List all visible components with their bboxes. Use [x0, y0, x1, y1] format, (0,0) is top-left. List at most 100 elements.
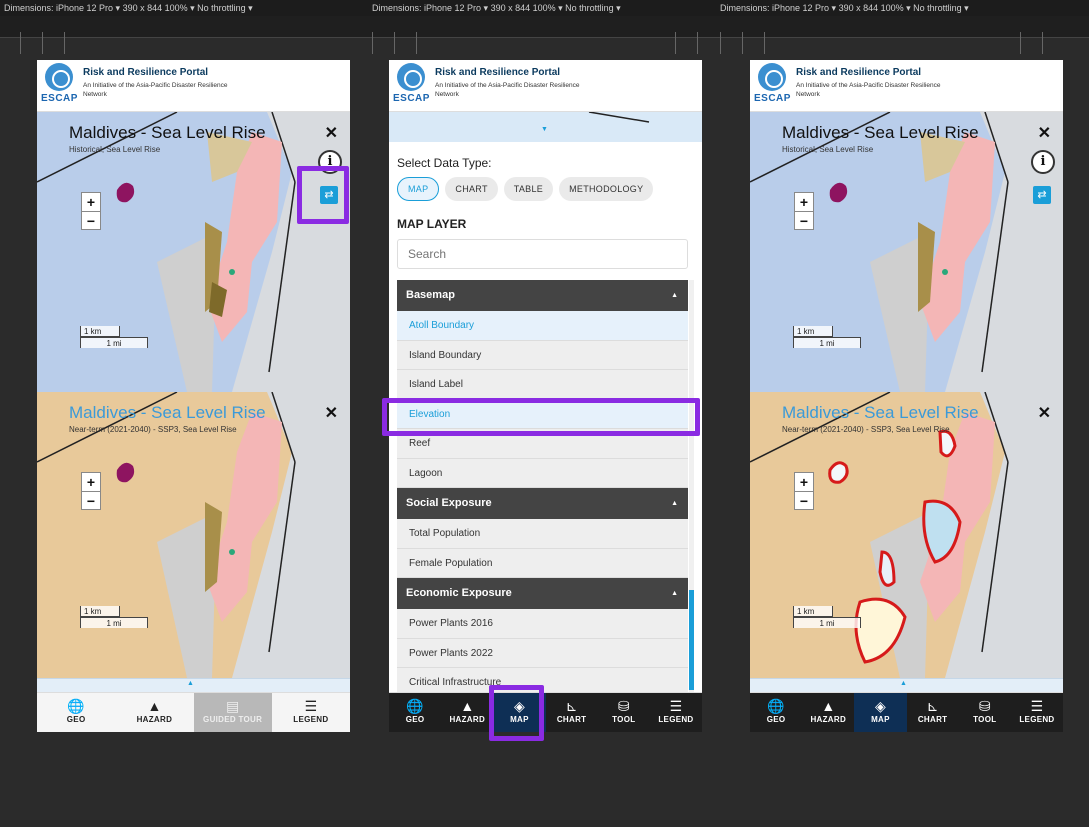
devtools-dimensions-1[interactable]: Dimensions: iPhone 12 Pro ▾ 390 x 844 10… [4, 3, 253, 14]
group-basemap[interactable]: Basemap [397, 280, 688, 311]
swap-map-button[interactable]: ⇄ [320, 186, 338, 204]
devtools-dimensions-3[interactable]: Dimensions: iPhone 12 Pro ▾ 390 x 844 10… [720, 3, 969, 14]
info-button[interactable]: i [318, 150, 342, 174]
tab-table[interactable]: TABLE [503, 177, 554, 201]
chart-icon: ⊾ [565, 698, 578, 714]
panel-collapse-handle[interactable]: ▼ [389, 112, 702, 142]
nav-chart[interactable]: ⊾ CHART [907, 693, 959, 732]
tab-chart[interactable]: CHART [445, 177, 498, 201]
list-icon: ☰ [1030, 698, 1044, 714]
nav-tool[interactable]: ⛁ TOOL [959, 693, 1011, 732]
nav-hazard[interactable]: ▲ HAZARD [441, 693, 493, 732]
zoom-in-button[interactable]: + [795, 193, 813, 211]
escap-logo[interactable]: ESCAP [41, 63, 77, 109]
map-subtitle: Near-term (2021-2040) - SSP3, Sea Level … [782, 425, 950, 434]
scale-km: 1 km [793, 326, 833, 337]
globe-icon: 🌐 [67, 698, 85, 714]
group-social-exposure[interactable]: Social Exposure [397, 488, 688, 519]
layer-item[interactable]: Power Plants 2022 [397, 638, 688, 668]
scrollbar-thumb[interactable] [689, 590, 694, 690]
layer-item-elevation[interactable]: Elevation [397, 399, 688, 429]
nav-geo[interactable]: 🌐 GEO [37, 693, 115, 732]
tab-map[interactable]: MAP [397, 177, 440, 201]
escap-logo-text: ESCAP [393, 93, 430, 104]
nav-hazard[interactable]: ▲ HAZARD [115, 693, 193, 732]
zoom-out-button[interactable]: − [795, 491, 813, 509]
layer-search-input[interactable] [397, 239, 688, 269]
close-map-button[interactable]: ✕ [1038, 403, 1051, 423]
layer-item[interactable]: Atoll Boundary [397, 311, 688, 341]
nav-label: LEGEND [1019, 715, 1055, 724]
nav-geo[interactable]: 🌐 GEO [389, 693, 441, 732]
escap-logo-text: ESCAP [41, 93, 78, 104]
nav-map[interactable]: ◈ MAP [854, 693, 907, 732]
nav-label: LEGEND [293, 715, 329, 724]
nav-geo[interactable]: 🌐 GEO [750, 693, 802, 732]
tab-methodology[interactable]: METHODOLOGY [559, 177, 654, 201]
nav-label: TOOL [973, 715, 997, 724]
layer-item[interactable]: Reef [397, 429, 688, 459]
nav-guided-tour[interactable]: ▤ GUIDED TOUR [193, 693, 272, 732]
zoom-in-button[interactable]: + [82, 193, 100, 211]
panel-toggle-handle[interactable] [37, 678, 350, 692]
nav-tool[interactable]: ⛁ TOOL [598, 693, 650, 732]
close-map-button[interactable]: ✕ [1038, 123, 1051, 143]
layer-item[interactable]: Female Population [397, 548, 688, 578]
scale-mi: 1 mi [80, 617, 148, 628]
zoom-out-button[interactable]: − [82, 491, 100, 509]
nav-legend[interactable]: ☰ LEGEND [272, 693, 350, 732]
scrollbar[interactable] [689, 280, 694, 692]
escap-logo[interactable]: ESCAP [393, 63, 429, 109]
nav-hazard[interactable]: ▲ HAZARD [802, 693, 854, 732]
layer-item[interactable]: Critical Infrastructure [397, 668, 688, 692]
nav-label: GEO [766, 715, 786, 724]
zoom-control: + − [794, 472, 814, 510]
database-icon: ⛁ [617, 698, 630, 714]
devtools-dimensions-2[interactable]: Dimensions: iPhone 12 Pro ▾ 390 x 844 10… [372, 3, 621, 14]
close-map-button[interactable]: ✕ [325, 403, 338, 423]
escap-logo[interactable]: ESCAP [754, 63, 790, 109]
nav-legend[interactable]: ☰ LEGEND [650, 693, 702, 732]
data-type-tabs: MAP CHART TABLE METHODOLOGY [397, 177, 654, 201]
scale-bar: 1 km 1 mi [80, 606, 148, 628]
nav-map[interactable]: ◈ MAP [493, 693, 546, 732]
layer-item[interactable]: Power Plants 2016 [397, 609, 688, 639]
portal-subtitle: An Initiative of the Asia-Pacific Disast… [796, 82, 941, 98]
layer-item[interactable]: Island Boundary [397, 340, 688, 370]
warning-icon: ▲ [821, 698, 836, 714]
layer-item[interactable]: Total Population [397, 519, 688, 549]
nav-legend[interactable]: ☰ LEGEND [1011, 693, 1063, 732]
portal-subtitle: An Initiative of the Asia-Pacific Disast… [435, 82, 580, 98]
swap-map-button[interactable]: ⇄ [1033, 186, 1051, 204]
layers-icon: ◈ [875, 698, 886, 714]
group-economic-exposure[interactable]: Economic Exposure [397, 578, 688, 609]
portal-title: Risk and Resilience Portal [83, 67, 209, 78]
map-title: Maldives - Sea Level Rise [69, 403, 266, 422]
map-title: Maldives - Sea Level Rise [69, 123, 266, 142]
map-canvas [37, 112, 350, 392]
nav-label: HAZARD [136, 715, 173, 724]
tour-icon: ▤ [226, 698, 240, 714]
map-canvas [750, 392, 1063, 678]
devtools-toolbar: Dimensions: iPhone 12 Pro ▾ 390 x 844 10… [0, 0, 1089, 16]
layer-item[interactable]: Island Label [397, 370, 688, 400]
layer-item[interactable]: Lagoon [397, 458, 688, 488]
zoom-in-button[interactable]: + [795, 473, 813, 491]
nav-chart[interactable]: ⊾ CHART [546, 693, 598, 732]
panel-toggle-handle[interactable] [750, 678, 1063, 692]
info-button[interactable]: i [1031, 150, 1055, 174]
scale-bar: 1 km 1 mi [793, 606, 861, 628]
map-near-term[interactable]: Maldives - Sea Level Rise Near-term (202… [37, 392, 350, 678]
map-near-term-elevation[interactable]: Maldives - Sea Level Rise Near-term (202… [750, 392, 1063, 678]
close-map-button[interactable]: ✕ [325, 123, 338, 143]
zoom-out-button[interactable]: − [82, 211, 100, 229]
nav-label: HAZARD [449, 715, 486, 724]
nav-label: GUIDED TOUR [203, 715, 263, 724]
portal-subtitle: An Initiative of the Asia-Pacific Disast… [83, 82, 228, 98]
zoom-out-button[interactable]: − [795, 211, 813, 229]
map-historical[interactable]: Maldives - Sea Level Rise Historical, Se… [37, 112, 350, 392]
map-historical[interactable]: Maldives - Sea Level Rise Historical, Se… [750, 112, 1063, 392]
layers-icon: ◈ [514, 698, 525, 714]
zoom-in-button[interactable]: + [82, 473, 100, 491]
nav-label: GEO [66, 715, 86, 724]
